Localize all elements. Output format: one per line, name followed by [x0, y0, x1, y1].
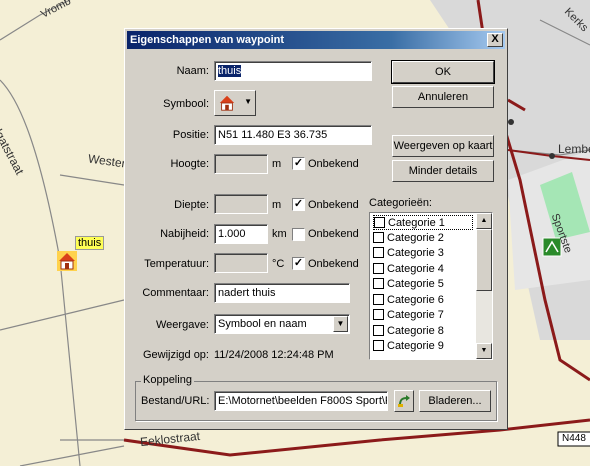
scroll-down-button[interactable]: ▼: [476, 343, 492, 359]
arrow-link-icon: [398, 395, 410, 407]
category-checkbox[interactable]: [373, 324, 384, 336]
temperatuur-input[interactable]: [214, 253, 268, 273]
list-item[interactable]: Categorie 5: [373, 277, 473, 292]
list-item[interactable]: Categorie 7: [373, 308, 473, 323]
annuleren-button[interactable]: Annuleren: [392, 86, 494, 108]
nabijheid-unit: km: [272, 228, 287, 240]
positie-input[interactable]: N51 11.480 E3 36.735: [214, 125, 372, 145]
list-item[interactable]: Categorie 9: [373, 339, 473, 354]
category-label: Categorie 5: [387, 278, 444, 290]
category-label: Categorie 7: [387, 309, 444, 321]
diepte-input[interactable]: [214, 194, 268, 214]
dialog-titlebar[interactable]: Eigenschappen van waypoint X: [127, 31, 505, 49]
categories-list[interactable]: Categorie 1 Categorie 2 Categorie 3 Cate…: [369, 212, 493, 360]
bladeren-button[interactable]: Bladeren...: [419, 390, 491, 412]
map-label-lembe: Lembe: [558, 142, 590, 156]
minder-details-button[interactable]: Minder details: [392, 160, 494, 182]
list-item[interactable]: Categorie 6: [373, 293, 473, 308]
weergave-label: Weergave:: [156, 319, 209, 331]
nabijheid-input[interactable]: 1.000: [214, 224, 268, 244]
open-link-button[interactable]: [394, 390, 414, 412]
category-label: Categorie 3: [387, 247, 444, 259]
symbool-label: Symbool:: [163, 98, 209, 110]
temperatuur-onbekend-label: Onbekend: [308, 258, 359, 270]
category-checkbox[interactable]: [373, 309, 384, 320]
temperatuur-label: Temperatuur:: [144, 258, 209, 270]
list-item[interactable]: Categorie 3: [373, 246, 473, 261]
diepte-unit: m: [272, 199, 282, 211]
hoogte-input[interactable]: [214, 154, 268, 174]
hoogte-label: Hoogte:: [170, 158, 209, 170]
categories-label: Categorieën:: [369, 197, 432, 209]
category-checkbox[interactable]: [373, 278, 384, 289]
hoogte-onbekend-checkbox[interactable]: ✓: [292, 157, 305, 170]
commentaar-input[interactable]: nadert thuis: [214, 283, 350, 303]
category-label: Categorie 8: [387, 324, 444, 337]
hoogte-unit: m: [272, 158, 282, 170]
bestand-url-label: Bestand/URL:: [141, 395, 210, 407]
scroll-up-button[interactable]: ▲: [476, 213, 492, 229]
dialog-title: Eigenschappen van waypoint: [130, 34, 285, 46]
commentaar-label: Commentaar:: [142, 287, 209, 299]
symbol-picker[interactable]: ▼: [214, 90, 256, 116]
list-item[interactable]: Categorie 8: [373, 324, 473, 339]
category-checkbox[interactable]: [373, 231, 384, 243]
category-checkbox[interactable]: [373, 293, 384, 305]
category-label: Categorie 2: [387, 231, 444, 244]
naam-label: Naam:: [176, 65, 209, 77]
category-checkbox[interactable]: [373, 340, 384, 351]
gewijzigd-value: 11/24/2008 12:24:48 PM: [214, 349, 334, 361]
ok-button[interactable]: OK: [391, 60, 495, 84]
list-item[interactable]: Categorie 2: [373, 231, 473, 246]
categories-scrollbar[interactable]: ▲ ▼: [476, 213, 492, 359]
chevron-down-icon: ▼: [244, 97, 252, 106]
list-item[interactable]: Categorie 4: [373, 262, 473, 277]
house-icon[interactable]: [57, 251, 77, 271]
naam-value: thuis: [218, 65, 242, 77]
map-label-n448: N448: [562, 433, 586, 444]
koppeling-title: Koppeling: [141, 374, 194, 386]
temperatuur-onbekend-checkbox[interactable]: ✓: [292, 257, 305, 270]
close-button[interactable]: X: [487, 33, 503, 47]
bestand-url-input[interactable]: E:\Motornet\beelden F800S Sport\F8: [214, 391, 388, 411]
weergave-select[interactable]: Symbool en naam ▼: [214, 314, 350, 334]
nabijheid-onbekend-checkbox[interactable]: [292, 228, 305, 241]
list-item[interactable]: Categorie 1: [373, 215, 473, 230]
diepte-onbekend-checkbox[interactable]: ✓: [292, 198, 305, 211]
category-label: Categorie 6: [387, 293, 444, 306]
weergeven-op-kaart-button[interactable]: Weergeven op kaart: [392, 135, 494, 157]
nabijheid-label: Nabijheid:: [160, 228, 209, 240]
waypoint-label: thuis: [75, 236, 105, 250]
chevron-down-icon[interactable]: ▼: [333, 316, 348, 332]
gewijzigd-label: Gewijzigd op:: [142, 349, 209, 361]
category-label: Categorie 4: [387, 262, 444, 275]
category-label: Categorie 9: [387, 340, 444, 352]
category-label: Categorie 1: [388, 217, 445, 229]
naam-input[interactable]: thuis: [214, 61, 372, 81]
diepte-onbekend-label: Onbekend: [308, 199, 359, 211]
positie-label: Positie:: [172, 129, 209, 141]
temperatuur-unit: °C: [272, 258, 285, 270]
diepte-label: Diepte:: [174, 199, 209, 211]
hoogte-onbekend-label: Onbekend: [308, 158, 359, 170]
category-checkbox[interactable]: [373, 247, 384, 258]
nabijheid-onbekend-label: Onbekend: [308, 228, 359, 240]
scrollbar-thumb[interactable]: [476, 229, 492, 291]
weergave-value: Symbool en naam: [218, 318, 307, 330]
category-checkbox[interactable]: [373, 262, 384, 274]
waypoint-properties-dialog: Eigenschappen van waypoint X Naam: thuis…: [124, 28, 508, 430]
category-checkbox[interactable]: [374, 217, 385, 228]
house-symbol-icon: [219, 95, 235, 111]
